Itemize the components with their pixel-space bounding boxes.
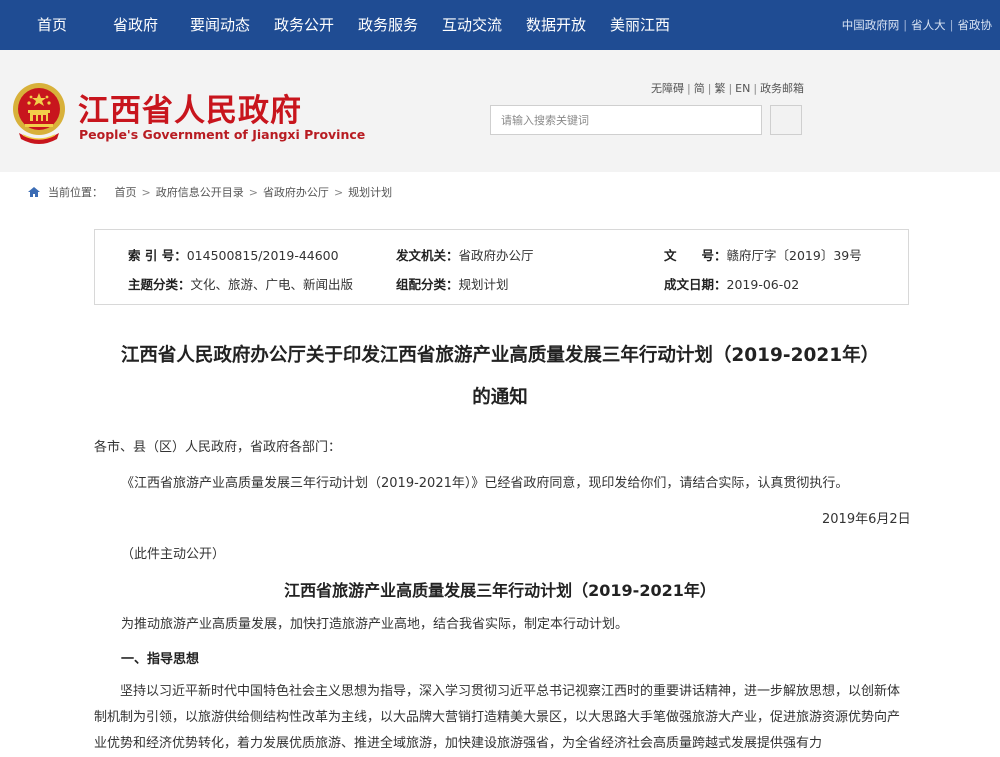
nav-item-gov-affairs-public[interactable]: 政务公开 (274, 0, 334, 50)
top-nav-bar: 首页 省政府 要闻动态 政务公开 政务服务 互动交流 数据开放 美丽江西 中国政… (0, 0, 1000, 50)
info-category: 组配分类：规划计划 (396, 274, 509, 293)
separator: | (903, 18, 908, 32)
nav-item-news[interactable]: 要闻动态 (190, 0, 250, 50)
link-accessibility[interactable]: 无障碍 (651, 82, 684, 95)
info-topic-label: 主题分类： (128, 277, 191, 292)
link-simplified[interactable]: 简 (694, 82, 705, 95)
nav-item-interaction[interactable]: 互动交流 (442, 0, 502, 50)
info-issuer-label: 发文机关： (396, 248, 459, 263)
info-issuer: 发文机关：省政府办公厅 (396, 245, 534, 264)
breadcrumb-separator: > (333, 186, 344, 199)
breadcrumb-home[interactable]: 首页 (115, 186, 137, 199)
nav-item-open-data[interactable]: 数据开放 (526, 0, 586, 50)
info-index-value: 014500815/2019-44600 (186, 248, 339, 263)
info-category-value: 规划计划 (458, 277, 509, 292)
info-docno: 文 号：赣府厅字〔2019〕39号 (664, 245, 862, 264)
section-body: 坚持以习近平新时代中国特色社会主义思想为指导，深入学习贯彻习近平总书记视察江西时… (94, 684, 901, 751)
breadcrumb-planning[interactable]: 规划计划 (348, 186, 392, 199)
document-info-box: 索 引 号：014500815/2019-44600 发文机关：省政府办公厅 文… (94, 229, 909, 305)
breadcrumb-label: 当前位置： (48, 186, 103, 199)
site-subtitle: People's Government of Jiangxi Province (79, 127, 366, 142)
nav-right-links: 中国政府网 | 省人大 | 省政协 (842, 0, 992, 50)
article-title-line1: 江西省人民政府办公厅关于印发江西省旅游产业高质量发展三年行动计划（2019-20… (120, 345, 880, 366)
nav-item-home[interactable]: 首页 (37, 0, 67, 50)
section-heading: 一、指导思想 (121, 652, 200, 667)
info-index-label: 索 引 号： (128, 248, 187, 263)
nav-item-province-gov[interactable]: 省政府 (113, 0, 158, 50)
info-issuer-value: 省政府办公厅 (458, 248, 534, 263)
site-title: 江西省人民政府 (78, 93, 302, 129)
separator: | (687, 82, 691, 95)
info-docno-value: 赣府厅字〔2019〕39号 (726, 248, 862, 263)
plan-title: 江西省旅游产业高质量发展三年行动计划（2019-2021年） (284, 581, 716, 600)
separator: | (728, 82, 733, 95)
breadcrumb-separator: > (248, 186, 258, 199)
separator: | (949, 18, 954, 32)
link-english[interactable]: EN (735, 82, 750, 95)
info-docno-label: 文 号： (664, 248, 727, 263)
public-note: （此件主动公开） (121, 547, 226, 562)
separator: | (707, 82, 712, 95)
info-date-label: 成文日期： (664, 277, 727, 292)
link-china-gov[interactable]: 中国政府网 (842, 18, 900, 32)
link-gov-mailbox[interactable]: 政务邮箱 (760, 82, 804, 95)
search-input[interactable] (491, 106, 761, 134)
site-header: 江西省人民政府 People's Government of Jiangxi P… (0, 50, 1000, 172)
breadcrumb-general-office[interactable]: 省政府办公厅 (263, 186, 329, 199)
nav-item-beautiful-jiangxi[interactable]: 美丽江西 (610, 0, 670, 50)
info-topic: 主题分类：文化、旅游、广电、新闻出版 (128, 274, 353, 293)
issue-date: 2019年6月2日 (822, 512, 911, 527)
search-box (490, 105, 762, 135)
info-date: 成文日期：2019-06-02 (664, 274, 799, 293)
info-index: 索 引 号：014500815/2019-44600 (128, 245, 339, 264)
breadcrumb-gov-info-catalog[interactable]: 政府信息公开目录 (156, 186, 244, 199)
link-provincial-congress[interactable]: 省人大 (911, 18, 946, 32)
info-category-label: 组配分类： (396, 277, 459, 292)
nav-item-gov-services[interactable]: 政务服务 (358, 0, 418, 50)
article-body-paragraph: 《江西省旅游产业高质量发展三年行动计划（2019-2021年）》已经省政府同意，… (121, 476, 849, 491)
plan-intro: 为推动旅游产业高质量发展，加快打造旅游产业高地，结合我省实际，制定本行动计划。 (121, 617, 629, 632)
info-date-value: 2019-06-02 (726, 277, 800, 292)
article-title-line2: 的通知 (472, 387, 528, 408)
breadcrumb-separator: > (141, 186, 151, 199)
breadcrumb: 当前位置： 首页 > 政府信息公开目录 > 省政府办公厅 > 规划计划 (28, 184, 392, 200)
link-provincial-cppcc[interactable]: 省政协 (958, 18, 993, 32)
info-topic-value: 文化、旅游、广电、新闻出版 (190, 277, 354, 292)
search-button[interactable] (770, 105, 802, 135)
home-icon (28, 187, 40, 197)
national-emblem-icon (13, 83, 65, 144)
separator: | (753, 82, 758, 95)
salutation: 各市、县（区）人民政府，省政府各部门： (94, 440, 342, 455)
link-traditional[interactable]: 繁 (714, 82, 725, 95)
quick-links: 无障碍 | 简 | 繁 | EN | 政务邮箱 (651, 80, 804, 96)
